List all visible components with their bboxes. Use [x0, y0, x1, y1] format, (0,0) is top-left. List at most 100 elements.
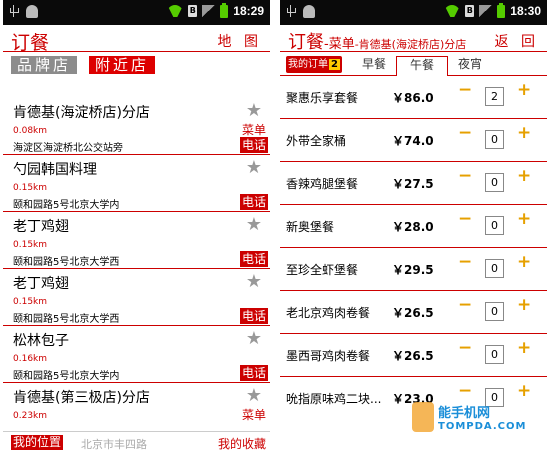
status-bar: B 18:29: [3, 0, 270, 25]
store-name: 老丁鸡翅: [13, 276, 69, 292]
minus-icon[interactable]: −: [458, 252, 472, 272]
star-icon[interactable]: ★: [246, 385, 262, 406]
sim-icon: B: [465, 5, 475, 17]
dish-price: ￥27.5: [392, 177, 434, 191]
map-button[interactable]: 地 图: [218, 31, 262, 51]
status-time: 18:29: [233, 4, 264, 18]
minus-icon[interactable]: −: [458, 80, 472, 100]
list-item: 聚惠乐享套餐 ￥86.0 − 2 +: [280, 76, 547, 119]
minus-icon[interactable]: −: [458, 338, 472, 358]
my-location-button[interactable]: 我的位置: [11, 435, 64, 450]
quantity-field[interactable]: 0: [485, 216, 504, 235]
menu-link[interactable]: 菜单: [242, 121, 266, 138]
page-title: 订餐: [11, 32, 50, 54]
quantity-field[interactable]: 0: [485, 259, 504, 278]
android-debug-icon: [26, 4, 38, 18]
dish-name: 外带全家桶: [286, 134, 347, 148]
dish-name: 至珍全虾堡餐: [286, 263, 359, 277]
dish-price: ￥26.5: [392, 349, 434, 363]
dish-name: 香辣鸡腿堡餐: [286, 177, 359, 191]
quantity-field[interactable]: 0: [485, 173, 504, 192]
tab-breakfast[interactable]: 早餐: [356, 56, 392, 73]
plus-icon[interactable]: +: [517, 381, 531, 401]
plus-icon[interactable]: +: [517, 295, 531, 315]
star-icon[interactable]: ★: [246, 157, 262, 178]
minus-icon[interactable]: −: [458, 295, 472, 315]
minus-icon[interactable]: −: [458, 209, 472, 229]
tab-nearby-stores[interactable]: 附近店: [89, 56, 156, 74]
store-name: 松林包子: [13, 333, 69, 349]
my-order-button[interactable]: 我的订单 2: [286, 56, 342, 73]
store-address: 颐和园路5号北京大学西: [13, 314, 120, 325]
list-item[interactable]: 老丁鸡翅 0.15km 颐和园路5号北京大学西 ★ 电话: [3, 269, 270, 326]
status-time: 18:30: [510, 4, 541, 18]
store-distance: 0.15km: [13, 297, 48, 307]
list-item[interactable]: 勺园韩国料理 0.15km 颐和园路5号北京大学内 ★ 电话: [3, 155, 270, 212]
dish-name: 吮指原味鸡二块...: [286, 392, 382, 406]
call-button[interactable]: 电话: [239, 308, 268, 324]
star-icon[interactable]: ★: [246, 328, 262, 349]
call-button[interactable]: 电话: [239, 137, 268, 153]
bottom-bar: 我的位置 北京市丰四路 我的收藏: [3, 431, 270, 453]
store-address: 海淀区海淀桥北公交站旁: [13, 143, 123, 154]
dish-price: ￥28.0: [392, 220, 434, 234]
dish-price: ￥26.5: [392, 306, 434, 320]
store-address: 颐和园路5号北京大学内: [13, 200, 120, 211]
store-list-screen: B 18:29 订餐 地 图 品牌店 附近店 肯德基(海淀桥店)分店 0.08k…: [3, 0, 270, 453]
dish-name: 老北京鸡肉卷餐: [286, 306, 371, 320]
tab-lunch[interactable]: 午餐: [396, 56, 448, 76]
minus-icon[interactable]: −: [458, 123, 472, 143]
plus-icon[interactable]: +: [517, 123, 531, 143]
dish-price: ￥29.5: [392, 263, 434, 277]
store-name: 肯德基(海淀桥店)分店: [13, 105, 150, 121]
store-address: 颐和园路5号北京大学西: [13, 257, 120, 268]
back-button[interactable]: 返 回: [495, 31, 539, 51]
title-sub: -菜单: [324, 37, 355, 52]
list-item[interactable]: 松林包子 0.16km 颐和园路5号北京大学内 ★ 电话: [3, 326, 270, 383]
store-address: 颐和园路5号北京大学内: [13, 371, 120, 382]
meal-tabs: 我的订单 2 早餐 午餐 夜宵: [280, 54, 547, 76]
star-icon[interactable]: ★: [246, 100, 262, 121]
android-debug-icon: [303, 4, 315, 18]
star-icon[interactable]: ★: [246, 214, 262, 235]
title-bar: 订餐-菜单-肯德基(海淀桥店)分店 返 回: [280, 25, 547, 54]
wifi-icon: [167, 5, 183, 17]
plus-icon[interactable]: +: [517, 166, 531, 186]
tab-late-night[interactable]: 夜宵: [452, 56, 488, 73]
call-button[interactable]: 电话: [239, 251, 268, 267]
dish-name: 聚惠乐享套餐: [286, 91, 359, 105]
quantity-field[interactable]: 0: [485, 345, 504, 364]
list-item[interactable]: 老丁鸡翅 0.15km 颐和园路5号北京大学西 ★ 电话: [3, 212, 270, 269]
star-icon[interactable]: ★: [246, 271, 262, 292]
favorites-button[interactable]: 我的收藏: [218, 435, 266, 452]
plus-icon[interactable]: +: [517, 209, 531, 229]
minus-icon[interactable]: −: [458, 166, 472, 186]
menu-link[interactable]: 菜单: [242, 406, 266, 423]
minus-icon[interactable]: −: [458, 381, 472, 401]
list-item[interactable]: 肯德基(海淀桥店)分店 0.08km 海淀区海淀桥北公交站旁 ★ 菜单 电话: [3, 98, 270, 155]
status-bar: B 18:30: [280, 0, 547, 25]
plus-icon[interactable]: +: [517, 80, 531, 100]
tab-brand-stores[interactable]: 品牌店: [11, 56, 78, 74]
plus-icon[interactable]: +: [517, 338, 531, 358]
list-item: 香辣鸡腿堡餐 ￥27.5 − 0 +: [280, 162, 547, 205]
title-main: 订餐: [288, 32, 324, 53]
battery-icon: [220, 2, 229, 18]
battery-icon: [497, 2, 506, 18]
sim-icon: B: [188, 5, 198, 17]
call-button[interactable]: 电话: [239, 194, 268, 210]
my-order-label: 我的订单: [288, 59, 328, 70]
page-title: 订餐-菜单-肯德基(海淀桥店)分店: [288, 28, 466, 54]
store-name: 肯德基(第三极店)分店: [13, 390, 150, 406]
store-name: 老丁鸡翅: [13, 219, 69, 235]
quantity-field[interactable]: 0: [485, 130, 504, 149]
usb-icon: [9, 4, 19, 18]
store-name: 勺园韩国料理: [13, 162, 97, 178]
current-address: 北京市丰四路: [81, 438, 147, 451]
list-item: 外带全家桶 ￥74.0 − 0 +: [280, 119, 547, 162]
watermark-logo-icon: [412, 402, 434, 432]
call-button[interactable]: 电话: [239, 365, 268, 381]
plus-icon[interactable]: +: [517, 252, 531, 272]
quantity-field[interactable]: 0: [485, 302, 504, 321]
quantity-field[interactable]: 2: [485, 87, 504, 106]
